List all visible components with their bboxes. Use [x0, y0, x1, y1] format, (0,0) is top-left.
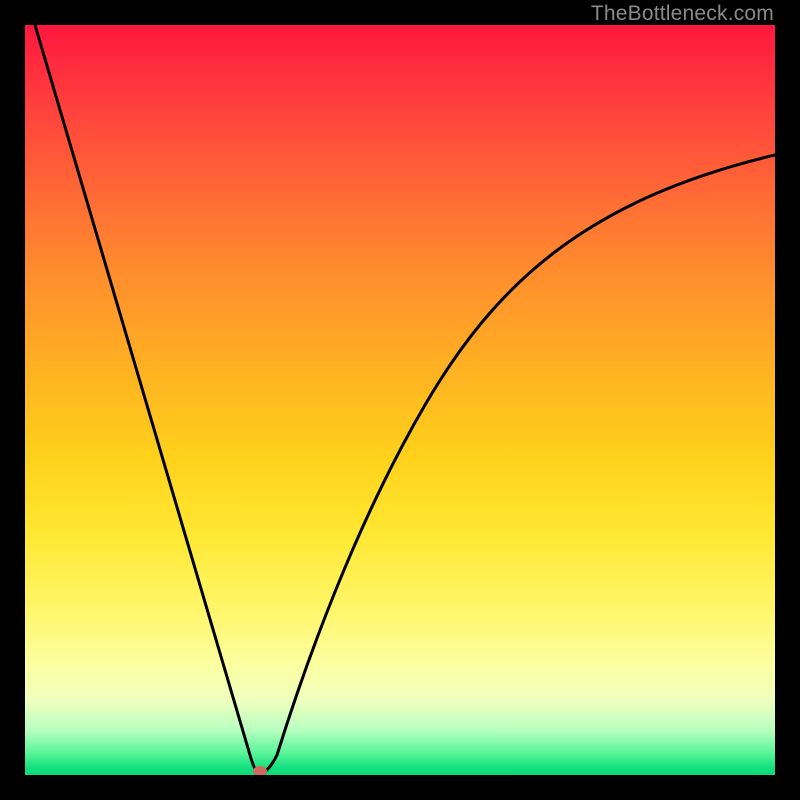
watermark-text: TheBottleneck.com	[591, 2, 774, 26]
bottleneck-curve	[25, 25, 775, 775]
chart-frame: TheBottleneck.com	[0, 0, 800, 800]
min-point-marker	[253, 766, 267, 775]
plot-area	[25, 25, 775, 775]
